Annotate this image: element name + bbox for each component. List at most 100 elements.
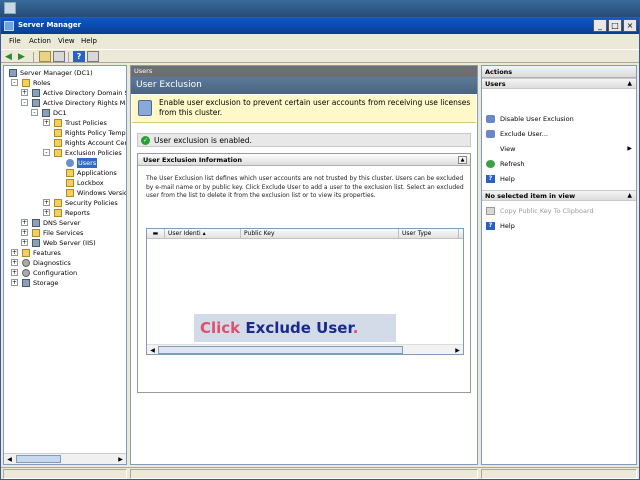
expand-icon[interactable]: + [43, 119, 50, 126]
status-text: User exclusion is enabled. [154, 136, 252, 145]
status-cell [3, 469, 127, 479]
tree-item-label: Features [33, 249, 61, 257]
section-title: User Exclusion Information [143, 156, 242, 164]
properties-icon[interactable] [87, 51, 99, 62]
folder-icon [54, 199, 62, 207]
expand-icon[interactable]: + [21, 89, 28, 96]
users-icon [66, 159, 74, 167]
back-arrow-icon[interactable]: ◀ [4, 51, 16, 62]
folder-icon [32, 229, 40, 237]
column-user-identity[interactable]: User Identi ▴ [165, 229, 241, 239]
maximize-button[interactable]: □ [608, 19, 622, 32]
tree-item-label: DNS Server [43, 219, 81, 227]
tree-item-label: Active Directory Domain Se [43, 89, 127, 97]
expand-icon[interactable]: + [43, 199, 50, 206]
up-folder-icon[interactable] [39, 51, 51, 62]
gear-icon [22, 259, 30, 267]
section-header[interactable]: User Exclusion Information ▲ [138, 154, 470, 166]
expand-icon[interactable]: + [11, 279, 18, 286]
action-exclude-user[interactable]: Exclude User... [482, 128, 636, 140]
scroll-thumb[interactable] [16, 455, 61, 463]
action-help-2[interactable]: ? Help [482, 220, 636, 232]
collapse-icon[interactable]: - [11, 79, 18, 86]
actions-section-users[interactable]: Users ▲ [482, 78, 636, 89]
server-icon [22, 279, 30, 287]
info-bar: Enable user exclusion to prevent certain… [132, 95, 476, 123]
expand-icon[interactable]: + [21, 229, 28, 236]
scroll-left-icon[interactable]: ◀ [148, 346, 157, 355]
menu-help[interactable]: Help [81, 37, 97, 45]
folder-icon [54, 209, 62, 217]
action-label: Copy Public Key To Clipboard [500, 207, 594, 215]
help-icon[interactable]: ? [73, 51, 85, 62]
action-copy-public-key[interactable]: Copy Public Key To Clipboard [482, 205, 636, 217]
collapse-icon[interactable]: - [31, 109, 38, 116]
submenu-arrow-icon: ▶ [627, 145, 632, 152]
desktop-icon[interactable] [4, 2, 16, 14]
scroll-right-icon[interactable]: ▶ [116, 455, 125, 464]
collapse-up-icon[interactable]: ▲ [627, 79, 632, 89]
action-refresh[interactable]: Refresh [482, 158, 636, 170]
tree-item-label: Roles [33, 79, 51, 87]
check-icon: ✓ [141, 136, 150, 145]
status-cell [481, 469, 637, 479]
status-cell [130, 469, 478, 479]
expand-icon[interactable]: + [11, 259, 18, 266]
tree-item-label: Server Manager (DC1) [20, 69, 93, 77]
expand-icon[interactable]: + [11, 269, 18, 276]
tree-item-label: Rights Account Cer [65, 139, 127, 147]
user-exclusion-info-section: User Exclusion Information ▲ The User Ex… [137, 153, 471, 393]
instruction-overlay: Click Exclude User. [194, 314, 396, 342]
actions-title: Actions [482, 66, 636, 78]
folder-icon [22, 79, 30, 87]
menu-action[interactable]: Action [29, 37, 51, 45]
tree-item-label: DC1 [53, 109, 67, 117]
folder-icon [54, 149, 62, 157]
action-label: Disable User Exclusion [500, 115, 574, 123]
expand-icon[interactable]: + [21, 219, 28, 226]
scroll-left-icon[interactable]: ◀ [5, 455, 14, 464]
column-user-type[interactable]: User Type [399, 229, 459, 239]
action-label: View [500, 145, 516, 153]
title-bar[interactable]: Server Manager _ □ × [1, 18, 639, 34]
scroll-right-icon[interactable]: ▶ [453, 346, 462, 355]
toolbar-separator [68, 52, 69, 62]
menu-view[interactable]: View [58, 37, 75, 45]
folder-icon [54, 139, 62, 147]
user-exclusion-icon [138, 100, 152, 116]
tree-horizontal-scrollbar[interactable]: ◀ ▶ [4, 453, 126, 464]
tree-item-label: Diagnostics [33, 259, 71, 267]
actions-section-no-selection-label: No selected item in view [485, 192, 576, 200]
action-label: Exclude User... [500, 130, 548, 138]
expand-icon[interactable]: + [21, 239, 28, 246]
action-view[interactable]: View ▶ [482, 143, 636, 155]
section-description: The User Exclusion list defines which us… [146, 175, 464, 199]
collapse-up-icon[interactable]: ▲ [627, 191, 632, 201]
tree-item-label: Active Directory Rights Man [43, 99, 127, 107]
action-disable-user-exclusion[interactable]: Disable User Exclusion [482, 113, 636, 125]
action-help[interactable]: ? Help [482, 173, 636, 185]
expand-icon[interactable]: + [43, 209, 50, 216]
column-public-key[interactable]: Public Key [241, 229, 399, 239]
collapse-icon[interactable]: - [43, 149, 50, 156]
select-all-column[interactable]: ▬ [147, 229, 165, 239]
server-icon [32, 219, 40, 227]
collapse-icon[interactable]: ▲ [458, 156, 467, 164]
overlay-dot: . [352, 319, 359, 337]
list-horizontal-scrollbar[interactable]: ◀ ▶ [147, 344, 463, 354]
close-button[interactable]: × [623, 19, 637, 32]
actions-section-no-selection[interactable]: No selected item in view ▲ [482, 190, 636, 201]
minimize-button[interactable]: _ [593, 19, 607, 32]
tree-item-label: Windows Versio [77, 189, 127, 197]
tree-item-label: Security Policies [65, 199, 118, 207]
help-icon: ? [486, 175, 495, 183]
expand-icon[interactable]: + [11, 249, 18, 256]
menu-file[interactable]: File [9, 37, 21, 45]
server-icon [32, 239, 40, 247]
scroll-thumb[interactable] [158, 346, 403, 354]
toolbar: ◀ ▶ ? [1, 49, 639, 63]
collapse-icon[interactable]: - [21, 99, 28, 106]
show-hide-tree-icon[interactable] [53, 51, 65, 62]
folder-icon [66, 169, 74, 177]
forward-arrow-icon[interactable]: ▶ [17, 51, 29, 62]
